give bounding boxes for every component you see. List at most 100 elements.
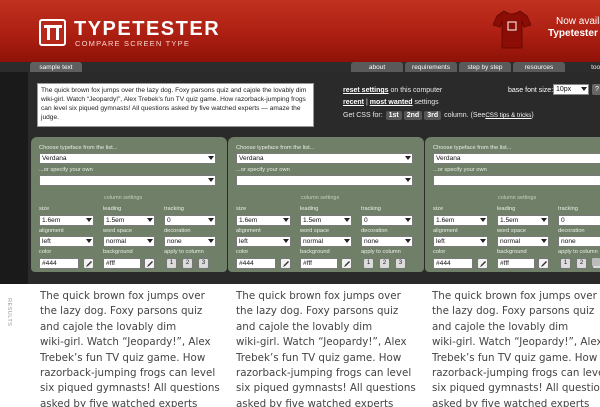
logo-title[interactable]: TYPETESTER (74, 18, 220, 41)
apply-column-1-button[interactable]: 1 (166, 258, 177, 269)
pencil-icon (147, 261, 153, 267)
color-input[interactable]: #444 (433, 258, 473, 269)
pencil-icon (86, 261, 92, 267)
word-space-select[interactable]: normal (497, 236, 549, 247)
apply-column-2-button[interactable]: 2 (379, 258, 390, 269)
leading-select[interactable]: 1.5em (497, 215, 549, 226)
alignment-select[interactable]: left (236, 236, 291, 247)
apply-column-2-button[interactable]: 2 (576, 258, 587, 269)
typeface-select[interactable]: Verdana (433, 153, 600, 164)
leading-select[interactable]: 1.5em (103, 215, 155, 226)
typeface-select[interactable]: Verdana (39, 153, 216, 164)
rendered-line: the lazy dog. Foxy parsons quiz (40, 305, 203, 318)
word-space-select[interactable]: normal (300, 236, 352, 247)
chevron-down-icon (405, 156, 411, 160)
rendered-line: The quick brown fox jumps over (236, 290, 401, 302)
rendered-line: razorback-jumping frogs can level (432, 367, 600, 380)
size-label: size (433, 206, 444, 212)
apply-column-3-button[interactable]: 3 (395, 258, 406, 269)
reset-settings-link[interactable]: reset settings (343, 87, 389, 94)
most-wanted-link[interactable]: most wanted (370, 99, 413, 106)
chevron-down-icon (208, 239, 214, 243)
color-input[interactable]: #444 (39, 258, 79, 269)
tracking-label: tracking (558, 206, 578, 212)
background-picker-button[interactable] (538, 258, 549, 269)
apply-column-1-button[interactable]: 1 (363, 258, 374, 269)
apply-column-2-button[interactable]: 2 (182, 258, 193, 269)
decoration-select[interactable]: none (361, 236, 413, 247)
rendered-line: and cajole the lovably dim (40, 320, 177, 333)
rendered-column-1: The quick brown fox jumps over the lazy … (40, 289, 224, 407)
tracking-select[interactable]: 0 (164, 215, 216, 226)
next-column-button[interactable] (592, 258, 600, 266)
word-space-label: word space (300, 228, 330, 234)
tracking-select[interactable]: 0 (558, 215, 600, 226)
column-settings-panel: Choose typeface from the list... Verdana… (31, 137, 227, 272)
alignment-select[interactable]: left (433, 236, 488, 247)
word-space-value: normal (303, 238, 324, 245)
color-value: #444 (42, 260, 57, 267)
base-font-size-select[interactable]: 10px (553, 84, 589, 95)
apply-column-1-button[interactable]: 1 (560, 258, 571, 269)
word-space-select[interactable]: normal (103, 236, 155, 247)
background-picker-button[interactable] (144, 258, 155, 269)
background-input[interactable]: #fff (300, 258, 338, 269)
rendered-line: and cajole the lovably dim (236, 320, 373, 333)
column-settings-label: column settings (301, 195, 340, 201)
background-value: #fff (500, 260, 509, 267)
pencil-icon (344, 261, 350, 267)
tracking-label: tracking (164, 206, 184, 212)
leading-select[interactable]: 1.5em (300, 215, 352, 226)
decoration-label: decoration (164, 228, 191, 234)
typeface-select[interactable]: Verdana (236, 153, 413, 164)
color-picker-button[interactable] (280, 258, 291, 269)
chevron-down-icon (208, 218, 214, 222)
css-button-1st[interactable]: 1st (385, 111, 402, 120)
custom-typeface-input[interactable] (39, 175, 216, 186)
sample-text-input[interactable]: The quick brown fox jumps over the lazy … (37, 83, 314, 127)
apply-to-column-label: apply to column (164, 249, 204, 255)
rendered-line: wiki-girl. Watch “Jeopardy!”, Alex (432, 336, 600, 349)
decoration-select[interactable]: none (164, 236, 216, 247)
typeface-value: Verdana (239, 155, 264, 162)
css-prefix: Get CSS for: (343, 112, 383, 119)
color-input[interactable]: #444 (236, 258, 276, 269)
alignment-select[interactable]: left (39, 236, 94, 247)
recent-link[interactable]: recent (343, 99, 364, 106)
css-button-3rd[interactable]: 3rd (424, 111, 442, 120)
color-value: #444 (436, 260, 451, 267)
rendered-line: razorback-jumping frogs can level (236, 367, 412, 380)
promo-link[interactable]: Typetester T (548, 28, 600, 39)
background-input[interactable]: #fff (103, 258, 141, 269)
alignment-label: alignment (433, 228, 458, 234)
color-label: color (236, 249, 249, 255)
size-select[interactable]: 1.6em (39, 215, 94, 226)
alignment-value: left (42, 238, 51, 245)
size-select[interactable]: 1.6em (236, 215, 291, 226)
help-button[interactable]: ? (592, 84, 600, 95)
custom-typeface-input[interactable] (236, 175, 413, 186)
chevron-down-icon (283, 239, 289, 243)
color-picker-button[interactable] (83, 258, 94, 269)
tshirt-icon[interactable] (493, 8, 531, 50)
rendered-line: Trebek’s fun TV quiz game. How (236, 351, 402, 364)
apply-column-3-button[interactable]: 3 (198, 258, 209, 269)
apply-to-column-label: apply to column (558, 249, 598, 255)
css-tips-link[interactable]: CSS tips & tricks (485, 112, 531, 119)
color-picker-button[interactable] (477, 258, 488, 269)
logo-icon[interactable] (39, 19, 66, 46)
custom-typeface-input[interactable] (433, 175, 600, 186)
css-button-2nd[interactable]: 2nd (403, 111, 423, 120)
chevron-down-icon (581, 87, 587, 91)
decoration-select[interactable]: none (558, 236, 600, 247)
background-input[interactable]: #fff (497, 258, 535, 269)
chevron-down-icon (208, 156, 214, 160)
tracking-select[interactable]: 0 (361, 215, 413, 226)
size-label: size (236, 206, 247, 212)
background-picker-button[interactable] (341, 258, 352, 269)
size-select[interactable]: 1.6em (433, 215, 488, 226)
background-value: #fff (106, 260, 115, 267)
leading-value: 1.5em (500, 217, 519, 224)
column-settings-label: column settings (104, 195, 143, 201)
css-close: ) (531, 112, 534, 119)
